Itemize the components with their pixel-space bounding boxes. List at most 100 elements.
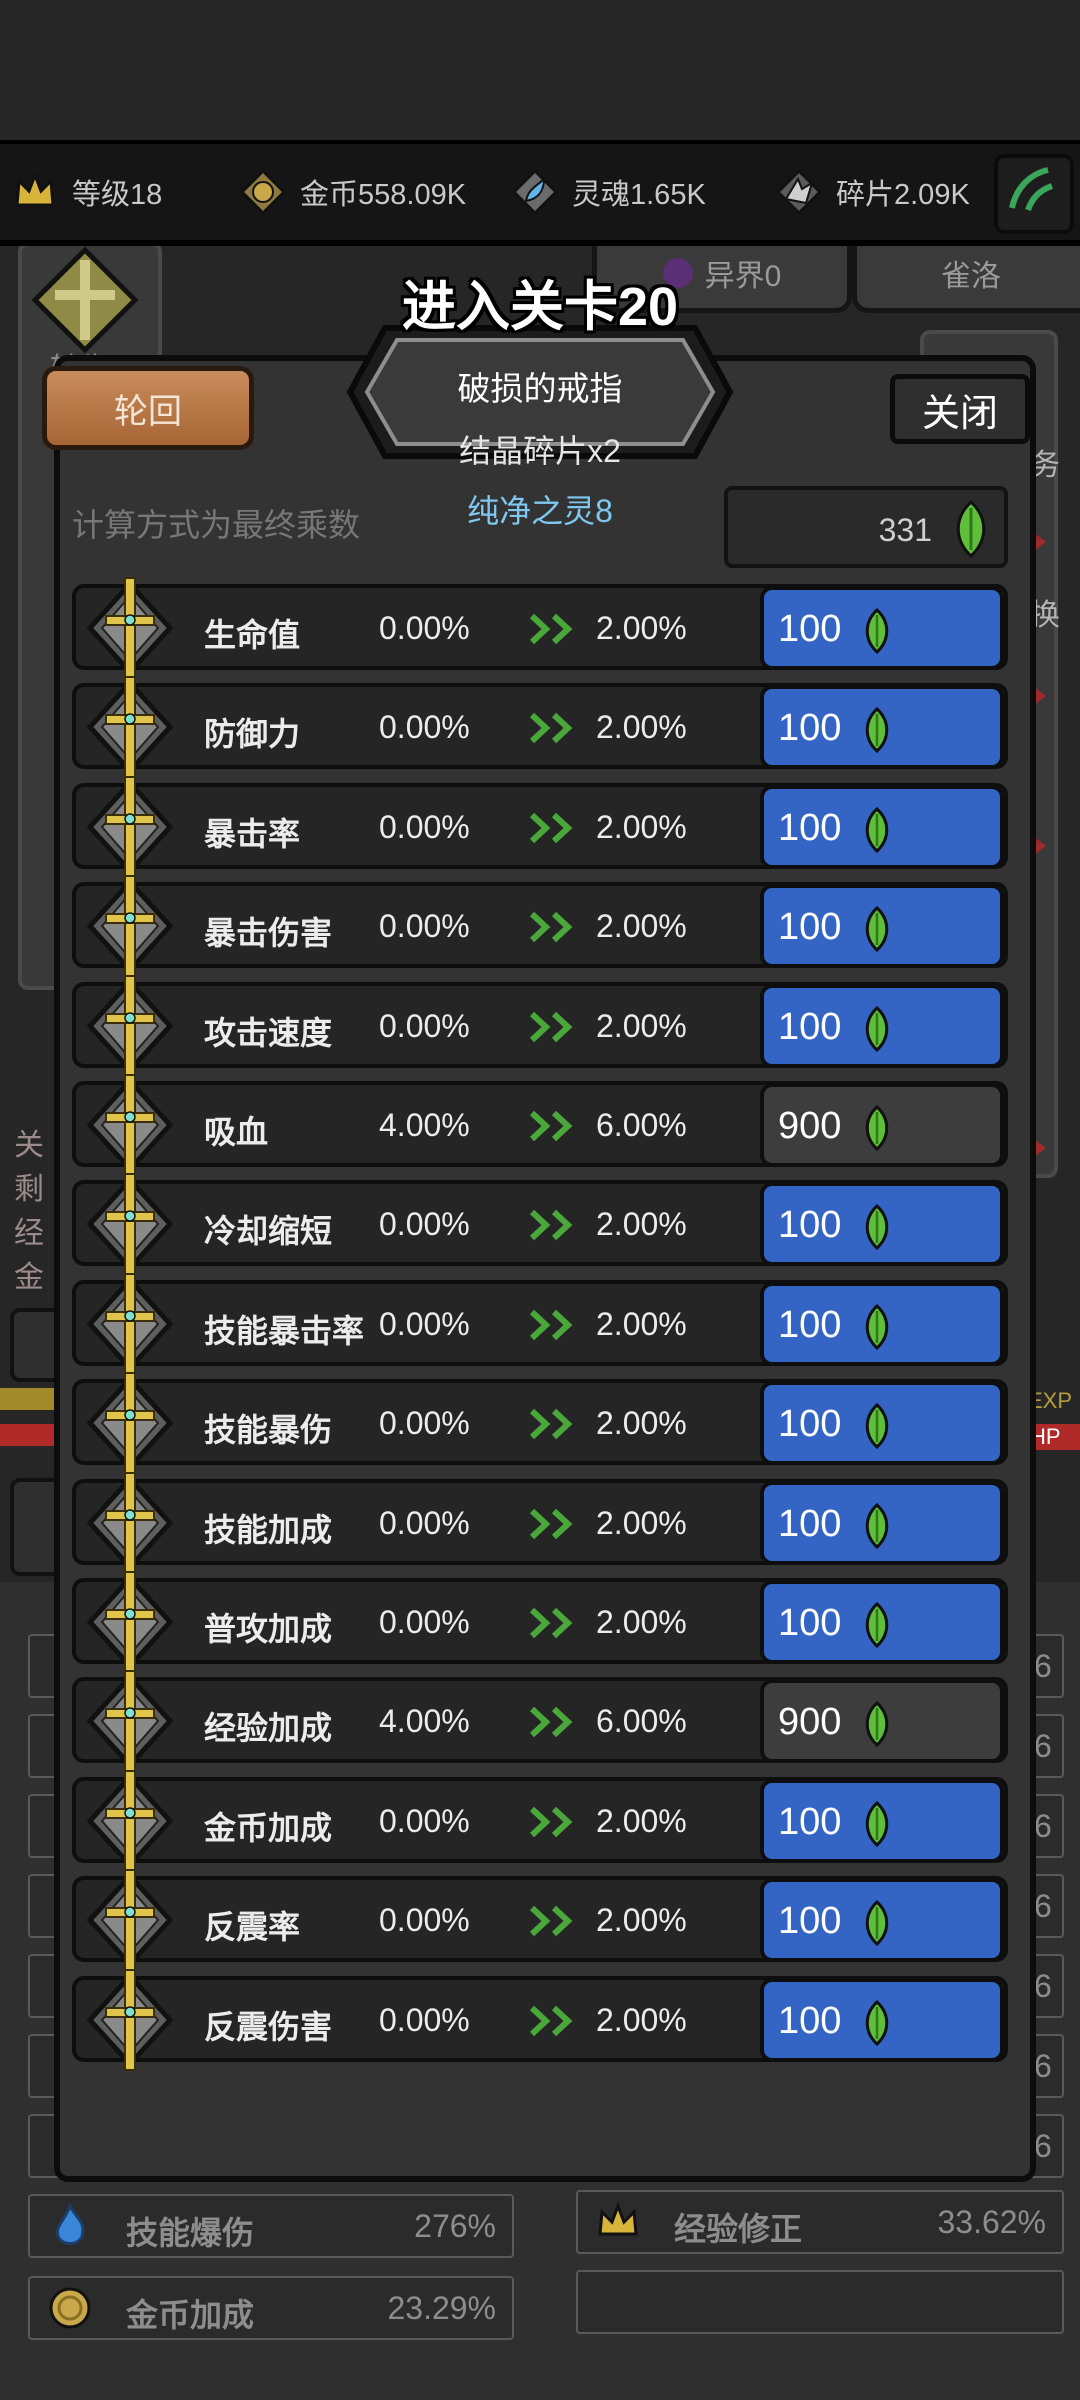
upgrade-row: 技能加成 0.00% 2.00% 100 bbox=[72, 1471, 1008, 1574]
upgrade-button[interactable]: 100 bbox=[760, 983, 1004, 1068]
calc-hint: 计算方式为最终乘数 bbox=[72, 507, 361, 543]
upgrade-row: 技能暴伤 0.00% 2.00% 100 bbox=[72, 1372, 1008, 1475]
green-gem-icon bbox=[860, 1701, 894, 1748]
cost-value: 100 bbox=[778, 906, 842, 949]
current-value: 0.00% bbox=[379, 2001, 470, 2038]
close-button[interactable]: 关闭 bbox=[890, 374, 1030, 444]
soul-icon bbox=[512, 169, 558, 215]
upgrade-button[interactable]: 100 bbox=[760, 1977, 1004, 2062]
upgrade-row: 经验加成 4.00% 6.00% 900 bbox=[72, 1670, 1008, 1773]
cost-value: 100 bbox=[778, 1602, 842, 1644]
current-value: 0.00% bbox=[379, 908, 470, 945]
upgrade-button[interactable]: 100 bbox=[760, 1878, 1004, 1963]
upgrade-button[interactable]: 900 bbox=[760, 1679, 1004, 1764]
upgrade-row: 技能暴击率 0.00% 2.00% 100 bbox=[72, 1272, 1008, 1375]
cost-value: 100 bbox=[778, 608, 842, 650]
stat-label: 金币加成 bbox=[204, 1809, 333, 1846]
current-value: 0.00% bbox=[379, 1405, 470, 1442]
green-gem-icon bbox=[956, 500, 986, 558]
upgrade-button[interactable]: 100 bbox=[760, 1480, 1004, 1565]
stat-label: 暴击率 bbox=[204, 815, 301, 852]
stat-label: 反震率 bbox=[204, 1909, 301, 1946]
hp-tag: HP bbox=[1030, 1424, 1080, 1450]
double-arrow-icon bbox=[528, 910, 580, 944]
cost-value: 100 bbox=[778, 1999, 842, 2042]
current-value: 4.00% bbox=[379, 1107, 470, 1143]
cross-icon bbox=[86, 675, 174, 779]
current-value: 0.00% bbox=[379, 610, 470, 646]
stat-label: 经验加成 bbox=[204, 1710, 333, 1747]
next-value: 2.00% bbox=[596, 1802, 687, 1839]
resource-level: 等级18 bbox=[12, 144, 162, 240]
exp-bar bbox=[0, 1388, 56, 1410]
cost-value: 100 bbox=[778, 1303, 842, 1346]
stat-exp-modifier: 经验修正 33.62% bbox=[576, 2190, 1064, 2254]
current-value: 0.00% bbox=[379, 1802, 470, 1839]
green-gem-icon bbox=[860, 806, 894, 853]
double-arrow-icon bbox=[528, 1208, 580, 1242]
cost-value: 100 bbox=[778, 1204, 842, 1247]
upgrade-button[interactable]: 100 bbox=[760, 1182, 1004, 1267]
next-value: 2.00% bbox=[596, 1007, 687, 1044]
stat-label: 吸血 bbox=[204, 1114, 269, 1150]
upgrade-row: 反震率 0.00% 2.00% 100 bbox=[72, 1869, 1008, 1972]
green-gem-icon bbox=[860, 1204, 894, 1251]
upgrade-button[interactable]: 100 bbox=[760, 784, 1004, 869]
next-value: 2.00% bbox=[596, 1902, 687, 1939]
left-partial-1: 关 bbox=[14, 1129, 44, 1162]
green-gem-icon bbox=[860, 906, 894, 953]
green-gem-icon bbox=[860, 1800, 894, 1847]
leaf-menu-button[interactable] bbox=[994, 154, 1074, 234]
upgrade-button[interactable]: 100 bbox=[760, 1281, 1004, 1366]
cost-value: 100 bbox=[778, 1900, 842, 1943]
double-arrow-icon bbox=[528, 1308, 580, 1342]
left-partial-4: 金 bbox=[14, 1261, 44, 1294]
upgrade-button[interactable]: 100 bbox=[760, 884, 1004, 969]
left-partial-3: 经 bbox=[14, 1217, 44, 1250]
next-value: 6.00% bbox=[596, 1703, 687, 1740]
gold-coin-icon bbox=[49, 2287, 91, 2329]
cross-icon bbox=[86, 1371, 174, 1475]
balance-value: 331 bbox=[878, 512, 932, 548]
cross-icon bbox=[86, 775, 174, 879]
green-gem-icon bbox=[860, 1502, 894, 1549]
green-gem-icon bbox=[860, 607, 894, 655]
upgrade-row: 暴击伤害 0.00% 2.00% 100 bbox=[72, 875, 1008, 978]
next-value: 6.00% bbox=[596, 1107, 687, 1143]
upgrade-button[interactable]: 900 bbox=[760, 1083, 1004, 1167]
next-value: 2.00% bbox=[596, 709, 687, 746]
current-value: 0.00% bbox=[379, 1604, 470, 1640]
stat-label: 反震伤害 bbox=[204, 2008, 333, 2045]
cross-icon bbox=[86, 576, 174, 680]
current-value: 0.00% bbox=[379, 1902, 470, 1939]
upgrade-row: 冷却缩短 0.00% 2.00% 100 bbox=[72, 1173, 1008, 1276]
blue-flame-icon bbox=[55, 2202, 85, 2245]
current-value: 4.00% bbox=[379, 1703, 470, 1740]
leaf-icon bbox=[1009, 167, 1054, 212]
upgrade-row: 生命值 0.00% 2.00% 100 bbox=[72, 577, 1008, 679]
cost-value: 100 bbox=[778, 1403, 842, 1446]
cross-icon bbox=[86, 1669, 174, 1773]
double-arrow-icon bbox=[528, 1010, 580, 1044]
upgrade-row: 反震伤害 0.00% 2.00% 100 bbox=[72, 1968, 1008, 2071]
cost-value: 900 bbox=[778, 1701, 842, 1744]
double-arrow-icon bbox=[528, 612, 580, 646]
upgrade-button[interactable]: 100 bbox=[760, 1381, 1004, 1466]
green-gem-icon bbox=[860, 1403, 894, 1450]
stat-skill-crit-damage: 技能爆伤 276% bbox=[28, 2194, 514, 2258]
current-value: 0.00% bbox=[379, 1504, 470, 1541]
upgrade-button[interactable]: 100 bbox=[760, 1778, 1004, 1863]
cycle-button[interactable]: 轮回 bbox=[42, 366, 254, 450]
current-value: 0.00% bbox=[379, 1206, 470, 1243]
upgrade-button[interactable]: 100 bbox=[760, 586, 1004, 670]
upgrade-button[interactable]: 100 bbox=[760, 685, 1004, 770]
item-name: 破损的戒指 bbox=[457, 370, 623, 407]
next-value: 2.00% bbox=[596, 1504, 687, 1541]
next-value: 2.00% bbox=[596, 2001, 687, 2038]
green-gem-icon bbox=[860, 1104, 894, 1152]
double-arrow-icon bbox=[528, 711, 580, 745]
upgrade-row: 金币加成 0.00% 2.00% 100 bbox=[72, 1769, 1008, 1872]
stat-label: 攻击速度 bbox=[204, 1014, 333, 1051]
upgrade-button[interactable]: 100 bbox=[760, 1580, 1004, 1664]
double-arrow-icon bbox=[528, 1606, 580, 1640]
